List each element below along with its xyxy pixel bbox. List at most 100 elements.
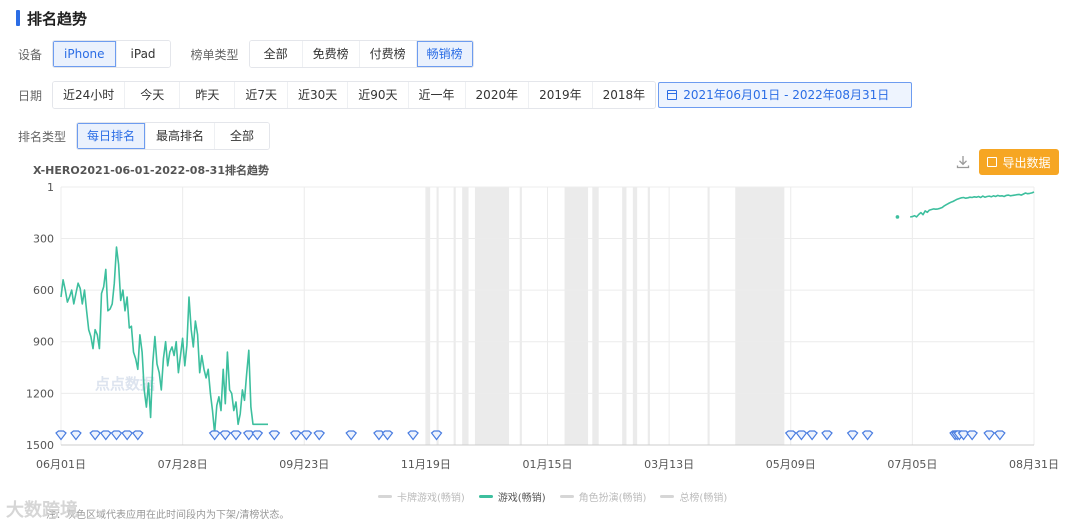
legend-swatch	[378, 495, 392, 498]
event-marker-icon	[784, 430, 797, 441]
offline-band	[632, 187, 638, 445]
list-type-label: 榜单类型	[190, 47, 239, 62]
y-tick-label: 300	[33, 232, 54, 245]
x-tick-label: 07月28日	[158, 458, 208, 471]
chart-grid	[60, 186, 1035, 446]
offline-band	[622, 187, 627, 445]
legend-rpg[interactable]: 角色扮演(畅销)	[559, 489, 647, 504]
legend-swatch	[660, 495, 675, 498]
offline-band	[425, 187, 431, 445]
event-marker-icon	[70, 430, 82, 441]
event-marker-icon	[251, 430, 264, 441]
device-option-ipad[interactable]: iPad	[116, 41, 170, 67]
x-tick-label: 07月05日	[887, 458, 937, 471]
event-marker-icon	[795, 430, 808, 441]
chart-legend: 卡牌游戏(畅销) 游戏(畅销) 角色扮演(畅销) 总榜(畅销)	[378, 489, 741, 504]
offline-band	[707, 187, 710, 445]
legend-label: 角色扮演(畅销)	[578, 493, 647, 504]
legend-swatch	[478, 495, 493, 498]
event-marker-icon	[230, 430, 242, 441]
date-option-2020[interactable]: 2020年	[465, 82, 530, 108]
event-marker-icon	[131, 430, 144, 441]
date-option-today[interactable]: 今天	[125, 82, 181, 108]
event-marker-icon	[289, 430, 302, 441]
y-tick-label: 900	[33, 336, 54, 349]
export-button-label: 导出数据	[1002, 155, 1051, 170]
chart-footnote: 注：灰色区域代表应用在此时间段内为下架/清榜状态。	[46, 510, 290, 521]
date-preset-selector: 近24小时 今天 昨天 近7天 近30天 近90天 近一年 2020年 2019…	[52, 81, 657, 109]
event-marker-icon	[99, 430, 112, 441]
x-tick-label: 01月15日	[523, 458, 573, 471]
filter-row-device-list: 设备 iPhone iPad 榜单类型 全部 免费榜 付费榜 畅销榜	[18, 40, 474, 68]
event-marker-icon	[110, 430, 123, 441]
list-type-paid[interactable]: 付费榜	[359, 41, 417, 67]
legend-overall[interactable]: 总榜(畅销)	[660, 489, 727, 504]
rank-type-selector: 每日排名 最高排名 全部	[76, 122, 271, 150]
date-option-1y[interactable]: 近一年	[408, 82, 466, 108]
list-type-free[interactable]: 免费榜	[302, 41, 360, 67]
event-marker-icon	[381, 430, 394, 441]
section-title-text: 排名趋势	[27, 9, 88, 28]
rank-type-all[interactable]: 全部	[215, 123, 270, 149]
offline-periods	[425, 187, 785, 445]
date-option-2018[interactable]: 2018年	[592, 82, 656, 108]
device-label: 设备	[18, 47, 43, 62]
filter-row-rank-type: 排名类型 每日排名 最高排名 全部	[18, 122, 271, 150]
y-tick-label: 600	[33, 284, 54, 297]
event-marker-icon	[983, 430, 996, 441]
date-option-7d[interactable]: 近7天	[235, 82, 288, 108]
download-icon[interactable]	[955, 154, 971, 170]
export-data-button[interactable]: 导出数据	[979, 149, 1059, 175]
device-option-iphone[interactable]: iPhone	[53, 41, 117, 67]
legend-game[interactable]: 游戏(畅销)	[478, 489, 546, 504]
x-tick-label: 06月01日	[36, 458, 86, 471]
y-tick-label: 1500	[26, 439, 54, 452]
corner-watermark: 大数跨境	[6, 500, 78, 521]
legend-card-game[interactable]: 卡牌游戏(畅销)	[378, 489, 465, 504]
event-marker-icon	[821, 430, 833, 441]
date-option-90d[interactable]: 近90天	[348, 82, 409, 108]
rank-type-label: 排名类型	[18, 129, 67, 144]
event-marker-icon	[966, 430, 978, 441]
event-marker-icon	[208, 430, 221, 441]
offline-band	[462, 187, 469, 445]
event-marker-icon	[268, 430, 281, 441]
event-marker-icon	[121, 430, 133, 441]
rank-type-highest[interactable]: 最高排名	[146, 123, 216, 149]
x-tick-label: 09月23日	[279, 458, 329, 471]
title-accent-bar	[16, 10, 20, 26]
offline-band	[735, 187, 785, 445]
section-title: 排名趋势	[16, 8, 87, 28]
offline-band	[564, 187, 589, 445]
event-marker-icon	[300, 430, 313, 441]
export-icon	[987, 157, 998, 167]
event-marker-icon	[345, 430, 358, 441]
x-tick-label: 05月09日	[766, 458, 816, 471]
series-line-game-grossing	[910, 191, 1035, 218]
date-option-2019[interactable]: 2019年	[529, 82, 593, 108]
series-point	[895, 215, 900, 219]
date-option-30d[interactable]: 近30天	[287, 82, 349, 108]
event-marker-icon	[219, 430, 232, 441]
event-marker-icon	[806, 430, 818, 441]
event-marker-icon	[430, 430, 443, 441]
event-marker-icon	[407, 430, 419, 441]
date-option-yesterday[interactable]: 昨天	[180, 82, 236, 108]
event-marker-icon	[994, 430, 1006, 441]
rank-type-daily[interactable]: 每日排名	[77, 123, 147, 149]
list-type-grossing[interactable]: 畅销榜	[416, 41, 473, 67]
offline-band	[453, 187, 456, 445]
device-selector: iPhone iPad	[52, 40, 171, 68]
event-marker-icon	[89, 430, 101, 441]
offline-band	[474, 187, 510, 445]
event-marker-icon	[846, 430, 859, 441]
list-type-all[interactable]: 全部	[249, 41, 303, 67]
x-tick-label: 11月19日	[401, 458, 451, 471]
offline-band	[436, 187, 439, 445]
date-range-picker[interactable]: 2021年06月01日 - 2022年08月31日	[658, 82, 913, 108]
offline-band	[592, 187, 599, 445]
date-option-24h[interactable]: 近24小时	[53, 82, 126, 108]
y-tick-label: 1	[47, 181, 54, 194]
list-type-selector: 全部 免费榜 付费榜 畅销榜	[248, 40, 474, 68]
y-tick-label: 1200	[26, 387, 54, 400]
